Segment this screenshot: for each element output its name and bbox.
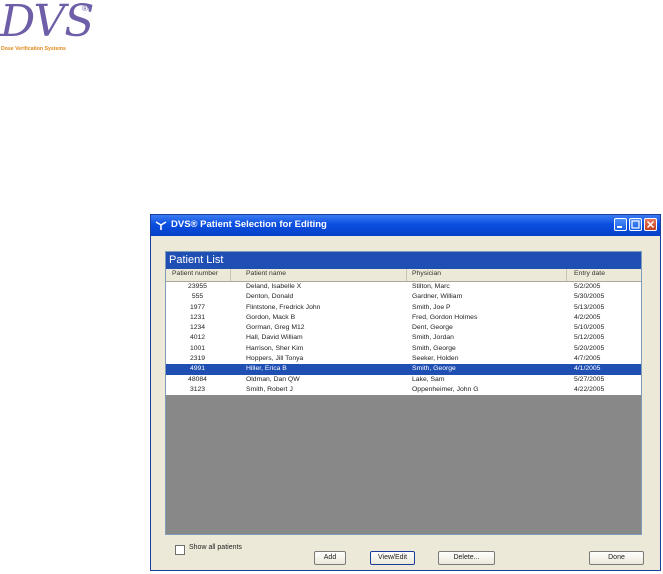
- cell-physician: Smith, George: [412, 365, 456, 373]
- cell-patient-number: 4991: [189, 365, 206, 373]
- column-header-patient-number[interactable]: Patient number: [172, 270, 218, 277]
- table-row[interactable]: 2319 Hoppers, Jill Tonya Seeker, Holden 4/7…: [166, 354, 641, 365]
- window-titlebar[interactable]: DVS® Patient Selection for Editing: [151, 215, 660, 236]
- cell-patient-number: 23955: [188, 283, 207, 290]
- patient-list-panel: Patient List Patient number Patient name…: [165, 251, 642, 535]
- cell-patient-name: Hoppers, Jill Tonya: [246, 355, 304, 363]
- table-row[interactable]: 4012 Hall, David William Smith, Jordan 5/12…: [166, 333, 641, 344]
- patient-selection-window: DVS® Patient Selection for Editing Patie…: [150, 214, 661, 571]
- column-divider[interactable]: [230, 269, 231, 281]
- logo-text: DVS: [0, 0, 94, 47]
- cell-patient-name: Deland, Isabelle X: [246, 283, 302, 290]
- column-header-patient-name[interactable]: Patient name: [246, 270, 286, 277]
- table-row[interactable]: 23955 Deland, Isabelle X Stilton, Marc 5/2/…: [166, 282, 641, 293]
- maximize-icon: [631, 220, 640, 229]
- cell-entry-date: 5/13/2005: [574, 303, 605, 311]
- cell-patient-number: 3123: [189, 385, 206, 393]
- column-header-physician[interactable]: Physician: [412, 270, 441, 277]
- logo-subtitle: Dose Verification Systems: [1, 46, 66, 52]
- table-row[interactable]: 1977 Flintstone, Fredrick John Smith, Joe …: [166, 302, 641, 313]
- cell-patient-number: 1234: [189, 324, 206, 332]
- cell-entry-date: 5/30/2005: [574, 293, 605, 301]
- table-row[interactable]: 1234 Gorman, Greg M12 Dent, George 5/10/200…: [166, 323, 641, 334]
- cell-physician: Smith, Jordan: [412, 334, 454, 342]
- add-button[interactable]: Add: [314, 551, 346, 565]
- cell-physician: Smith, Joe P: [412, 303, 451, 311]
- show-all-patients-label: Show all patients: [189, 544, 242, 551]
- column-divider[interactable]: [406, 269, 407, 281]
- close-icon: [646, 220, 655, 229]
- cell-physician: Lake, Sam: [412, 375, 445, 383]
- cell-entry-date: 5/10/2005: [574, 324, 605, 332]
- show-all-patients-checkbox[interactable]: [175, 545, 185, 555]
- cell-entry-date: 5/2/2005: [574, 283, 601, 290]
- cell-patient-number: 4012: [189, 334, 206, 342]
- cell-patient-name: Gordon, Mack B: [246, 313, 296, 321]
- cell-physician: Seeker, Holden: [412, 355, 459, 363]
- cell-physician: Smith, George: [412, 344, 456, 352]
- cell-physician: Gardner, William: [412, 293, 463, 301]
- view-edit-button[interactable]: View/Edit: [370, 551, 415, 565]
- delete-button[interactable]: Delete...: [438, 551, 495, 565]
- cell-entry-date: 5/20/2005: [574, 344, 605, 352]
- maximize-button[interactable]: [629, 218, 642, 231]
- cell-patient-name: Oldman, Dan QW: [246, 375, 300, 383]
- cell-patient-number: 2319: [189, 355, 206, 363]
- patient-list-title: Patient List: [166, 252, 641, 269]
- app-icon: [155, 221, 167, 230]
- table-row[interactable]: 1001 Harrison, Sher Kim Smith, George 5/20/…: [166, 343, 641, 355]
- table-row[interactable]: 555 Denton, Donald Gardner, William 5/30/20…: [166, 292, 641, 303]
- column-header-entry-date[interactable]: Entry date: [574, 270, 605, 277]
- patient-table-body: 23955 Deland, Isabelle X Stilton, Marc 5/2/…: [166, 282, 641, 396]
- cell-patient-name: Smith, Robert J: [246, 385, 293, 393]
- cell-physician: Stilton, Marc: [412, 283, 450, 290]
- dvs-logo: DVS ® Dose Verification Systems: [0, 0, 110, 56]
- minimize-icon: [617, 226, 622, 228]
- cell-patient-name: Denton, Donald: [246, 293, 294, 301]
- cell-physician: Oppenheimer, John G: [412, 385, 479, 393]
- cell-patient-name: Harrison, Sher Kim: [246, 344, 304, 352]
- cell-patient-name: Hiller, Erica B: [246, 365, 287, 373]
- close-button[interactable]: [644, 218, 657, 231]
- cell-physician: Fred, Gordon Holmes: [412, 313, 478, 321]
- logo-registered-mark: ®: [82, 4, 88, 13]
- cell-patient-name: Hall, David William: [246, 334, 303, 342]
- cell-patient-number: 1977: [189, 303, 206, 311]
- table-row[interactable]: 48084 Oldman, Dan QW Lake, Sam 5/27/2005: [166, 374, 641, 385]
- cell-patient-name: Flintstone, Fredrick John: [246, 303, 321, 311]
- table-row[interactable]: 3123 Smith, Robert J Oppenheimer, John G 4/…: [166, 384, 641, 396]
- minimize-button[interactable]: [614, 218, 627, 231]
- column-headers: Patient number Patient name Physician En…: [166, 269, 641, 282]
- table-row[interactable]: 1231 Gordon, Mack B Fred, Gordon Holmes 4/2…: [166, 312, 641, 324]
- done-button[interactable]: Done: [589, 551, 644, 565]
- cell-entry-date: 4/7/2005: [574, 355, 601, 363]
- cell-entry-date: 5/27/2005: [574, 375, 605, 383]
- table-row[interactable]: 4991 Hiller, Erica B Smith, George 4/1/2005: [166, 364, 641, 375]
- cell-patient-number: 555: [191, 293, 204, 301]
- cell-entry-date: 4/1/2005: [574, 365, 601, 373]
- column-divider[interactable]: [566, 269, 567, 281]
- cell-patient-name: Gorman, Greg M12: [246, 324, 305, 332]
- cell-entry-date: 4/2/2005: [574, 313, 601, 321]
- cell-patient-number: 48084: [188, 375, 207, 383]
- window-title: DVS® Patient Selection for Editing: [171, 219, 327, 230]
- cell-patient-number: 1231: [189, 313, 206, 321]
- cell-entry-date: 5/12/2005: [574, 334, 605, 342]
- cell-patient-number: 1001: [189, 344, 206, 352]
- cell-entry-date: 4/22/2005: [574, 385, 605, 393]
- cell-physician: Dent, George: [412, 324, 453, 332]
